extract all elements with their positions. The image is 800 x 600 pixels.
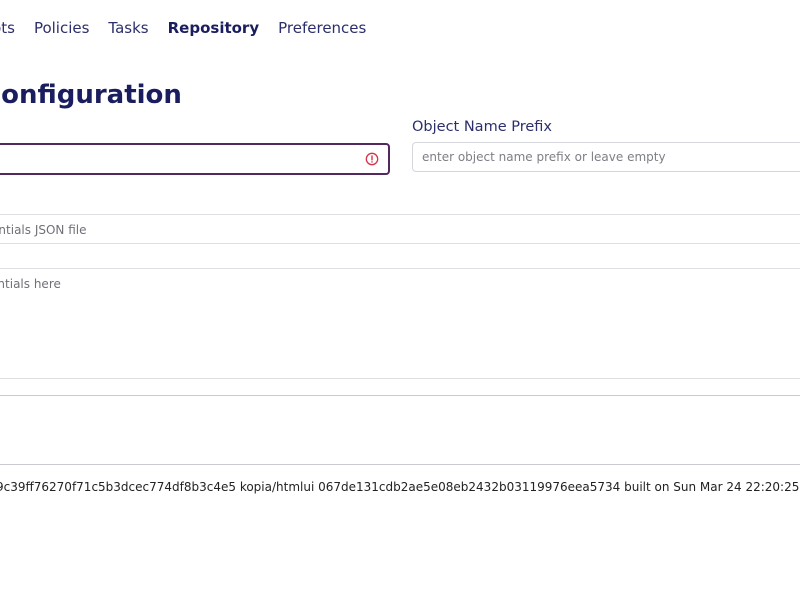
page: Snapshots Policies Tasks Repository Pref…	[0, 0, 800, 600]
tab-tasks[interactable]: Tasks	[108, 18, 148, 38]
version-footer: 9c39ff76270f71c5b3dcec774df8b3c4e5 kopia…	[0, 480, 800, 494]
alert-circle-icon	[365, 152, 379, 166]
object-name-prefix-label: Object Name Prefix	[412, 119, 552, 135]
tab-policies[interactable]: Policies	[34, 18, 89, 38]
tab-preferences[interactable]: Preferences	[278, 18, 366, 38]
divider	[0, 395, 800, 396]
page-title: Configuration	[0, 80, 182, 110]
divider	[0, 464, 800, 465]
tab-repository[interactable]: Repository	[168, 18, 260, 38]
credentials-textarea[interactable]	[0, 269, 800, 378]
bucket-field	[0, 143, 390, 175]
credentials-file-input[interactable]: Credentials JSON file	[0, 214, 800, 244]
credentials-file-label: Credentials JSON file	[0, 223, 87, 237]
object-name-prefix-input[interactable]	[412, 142, 800, 172]
credentials-textarea-field	[0, 268, 800, 379]
tab-snapshots[interactable]: Snapshots	[0, 18, 15, 38]
bucket-input[interactable]	[0, 145, 378, 173]
nav-tabs: Snapshots Policies Tasks Repository Pref…	[0, 18, 366, 38]
